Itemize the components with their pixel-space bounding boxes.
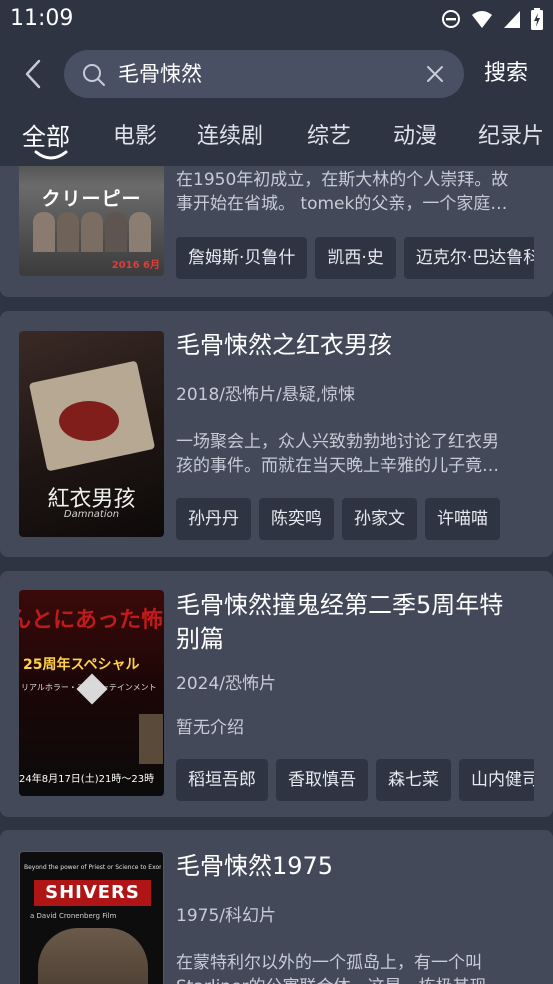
poster-figure bbox=[38, 928, 148, 984]
result-meta: 1975/科幻片 bbox=[176, 906, 276, 926]
result-desc-line: 暂无介绍 bbox=[176, 718, 244, 738]
poster-title-text: んとにあった怖い話 bbox=[19, 607, 164, 633]
actor-chip[interactable]: 稻垣吾郎 bbox=[176, 759, 268, 801]
result-title[interactable]: 毛骨悚然1975 bbox=[176, 849, 536, 883]
actor-chip[interactable]: 迈克尔·巴达鲁科 bbox=[403, 237, 534, 279]
result-title-line[interactable]: 毛骨悚然撞鬼经第二季5周年特 bbox=[176, 588, 536, 622]
list-item[interactable]: クリーピー 2016 6月 在1950年初成立，在斯大林的个人崇拜。故 事开始在… bbox=[0, 166, 553, 297]
poster-subtitle-text: a David Cronenberg Film bbox=[30, 912, 117, 920]
poster-title-text: SHIVERS bbox=[34, 880, 151, 906]
poster-tagline-text: Beyond the power of Priest or Science to… bbox=[24, 864, 161, 871]
list-item[interactable]: Beyond the power of Priest or Science to… bbox=[0, 830, 553, 984]
actor-chip[interactable]: 森七菜 bbox=[376, 759, 451, 801]
tab-anime[interactable]: 动漫 bbox=[393, 122, 437, 152]
poster-figure bbox=[139, 714, 163, 764]
poster-blood-stain bbox=[59, 401, 119, 441]
actor-chip[interactable]: 凯西·史 bbox=[315, 237, 396, 279]
tab-all[interactable]: 全部 bbox=[22, 122, 70, 152]
do-not-disturb-icon bbox=[441, 9, 461, 29]
status-bar: 11:09 bbox=[0, 0, 553, 38]
results-list: クリーピー 2016 6月 在1950年初成立，在斯大林的个人崇拜。故 事开始在… bbox=[0, 166, 553, 984]
actor-list: 詹姆斯·贝鲁什 凯西·史 迈克尔·巴达鲁科 bbox=[176, 237, 534, 279]
result-desc-line: 在蒙特利尔以外的一个孤岛上，有一个叫 bbox=[176, 953, 482, 973]
wifi-icon bbox=[471, 9, 493, 29]
status-icons bbox=[441, 8, 543, 30]
actor-chip[interactable]: 孙丹丹 bbox=[176, 498, 251, 540]
tab-series[interactable]: 连续剧 bbox=[197, 122, 263, 152]
result-meta: 2024/恐怖片 bbox=[176, 674, 276, 694]
result-title[interactable]: 毛骨悚然之红衣男孩 bbox=[176, 328, 536, 362]
tab-variety[interactable]: 综艺 bbox=[307, 122, 351, 152]
poster-subtitle-text: Damnation bbox=[63, 509, 120, 520]
back-button[interactable] bbox=[18, 56, 48, 92]
search-input[interactable]: 毛骨悚然 bbox=[118, 60, 202, 88]
tab-documentary[interactable]: 纪录片 bbox=[478, 122, 544, 152]
battery-charging-icon bbox=[531, 8, 543, 30]
search-icon bbox=[82, 63, 106, 91]
search-header: 毛骨悚然 搜索 bbox=[0, 38, 553, 110]
search-box[interactable]: 毛骨悚然 bbox=[64, 50, 464, 98]
poster-image: クリーピー 2016 6月 bbox=[19, 166, 164, 276]
actor-chip[interactable]: 香取慎吾 bbox=[276, 759, 368, 801]
clear-icon[interactable] bbox=[426, 65, 444, 87]
actor-list: 稻垣吾郎 香取慎吾 森七菜 山内健司 bbox=[176, 759, 534, 801]
actor-chip[interactable]: 陈奕鸣 bbox=[259, 498, 334, 540]
list-item[interactable]: んとにあった怖い話 25周年スペシャル リアルホラー・エンターテインメント 24… bbox=[0, 571, 553, 817]
result-desc-line: 孩的事件。而就在当天晚上辛雅的儿子竟… bbox=[176, 456, 499, 476]
poster-image: んとにあった怖い話 25周年スペシャル リアルホラー・エンターテインメント 24… bbox=[19, 590, 164, 796]
actor-chip[interactable]: 许喵喵 bbox=[425, 498, 500, 540]
tab-movie[interactable]: 电影 bbox=[113, 122, 157, 152]
poster-image: Beyond the power of Priest or Science to… bbox=[19, 851, 164, 984]
list-item[interactable]: 紅衣男孩 Damnation 毛骨悚然之红衣男孩 2018/恐怖片/悬疑,惊悚 … bbox=[0, 311, 553, 557]
poster-tagline-text: リアルホラー・エンターテインメント bbox=[21, 683, 157, 692]
actor-chip[interactable]: 詹姆斯·贝鲁什 bbox=[176, 237, 308, 279]
back-arrow-icon bbox=[25, 59, 41, 89]
signal-icon bbox=[503, 9, 521, 29]
result-title-line[interactable]: 别篇 bbox=[176, 622, 536, 656]
result-desc-line: 一场聚会上，众人兴致勃勃地讨论了红衣男 bbox=[176, 432, 499, 452]
result-desc-line: Starliner的公寓联合体，这是一栋极其现… bbox=[176, 975, 526, 984]
result-meta: 2018/恐怖片/悬疑,惊悚 bbox=[176, 385, 356, 405]
actor-chip[interactable]: 山内健司 bbox=[459, 759, 534, 801]
poster-anniversary-text: 25周年スペシャル bbox=[23, 657, 140, 673]
poster-image: 紅衣男孩 Damnation bbox=[19, 331, 164, 537]
poster-faces bbox=[19, 212, 164, 252]
result-desc-line: 在1950年初成立，在斯大林的个人崇拜。故 bbox=[176, 170, 509, 190]
status-time: 11:09 bbox=[10, 6, 74, 31]
poster-title-text: クリーピー bbox=[41, 188, 142, 210]
search-button[interactable]: 搜索 bbox=[484, 59, 528, 89]
poster-airdate-text: 24年8月17日(土)21時～23時 bbox=[19, 774, 155, 785]
actor-chip[interactable]: 孙家文 bbox=[342, 498, 417, 540]
result-desc-line: 事开始在省城。 tomek的父亲，一个家庭… bbox=[176, 194, 508, 214]
category-tabs: 全部 电影 连续剧 综艺 动漫 纪录片 bbox=[0, 110, 553, 166]
actor-list: 孙丹丹 陈奕鸣 孙家文 许喵喵 bbox=[176, 498, 534, 540]
poster-date-text: 2016 6月 bbox=[111, 260, 160, 271]
active-tab-indicator bbox=[34, 150, 68, 160]
